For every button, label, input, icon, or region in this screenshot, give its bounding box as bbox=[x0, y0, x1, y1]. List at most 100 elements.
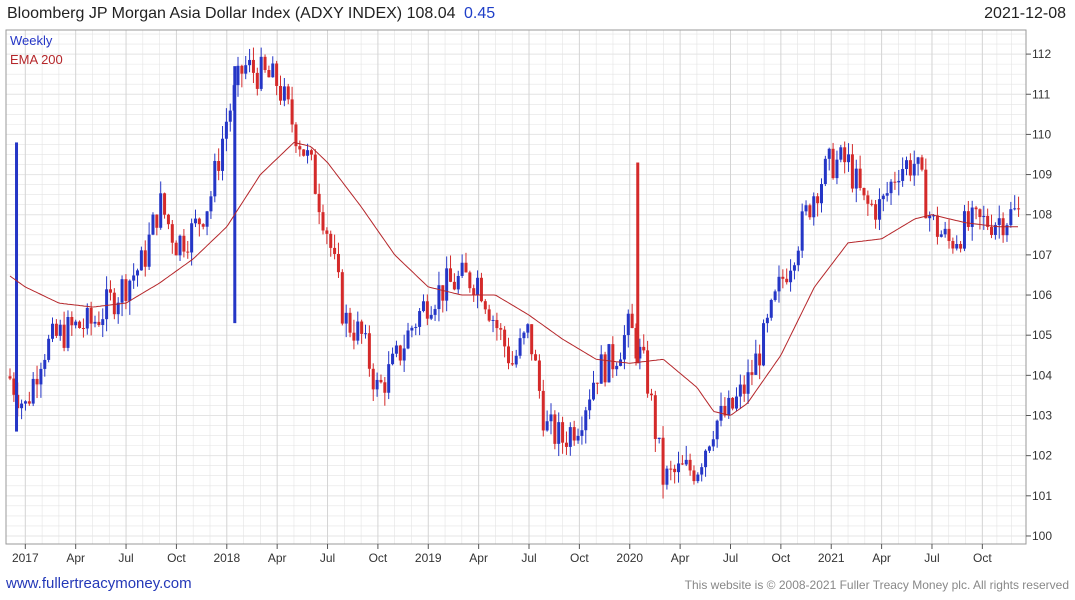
weekly-candle bbox=[522, 331, 526, 345]
weekly-candle bbox=[31, 372, 35, 407]
weekly-candle bbox=[271, 56, 275, 78]
weekly-candle bbox=[228, 103, 232, 132]
x-tick-label: 2020 bbox=[616, 551, 643, 565]
y-tick-label: 112 bbox=[1032, 47, 1051, 61]
weekly-candle bbox=[935, 206, 939, 245]
x-tick-label: Jul bbox=[723, 551, 738, 565]
weekly-candle bbox=[205, 210, 209, 236]
weekly-candle bbox=[139, 246, 143, 271]
weekly-candle bbox=[449, 255, 453, 283]
weekly-candle bbox=[294, 122, 298, 153]
weekly-candle bbox=[951, 237, 955, 254]
weekly-candle bbox=[947, 219, 951, 249]
weekly-candle bbox=[456, 270, 460, 294]
weekly-candle bbox=[607, 343, 611, 383]
weekly-candle bbox=[692, 465, 696, 485]
weekly-candle bbox=[854, 159, 858, 203]
weekly-candle bbox=[383, 376, 387, 406]
weekly-candle bbox=[472, 284, 476, 302]
weekly-candle bbox=[688, 453, 692, 476]
grid-lines bbox=[6, 30, 1026, 544]
weekly-candle bbox=[367, 325, 371, 377]
weekly-candle bbox=[429, 306, 433, 321]
weekly-candle bbox=[974, 205, 978, 220]
weekly-candle bbox=[112, 288, 116, 320]
weekly-candle bbox=[978, 208, 982, 230]
weekly-candle bbox=[464, 252, 468, 273]
weekly-candle bbox=[758, 344, 762, 380]
weekly-candle bbox=[510, 351, 514, 366]
weekly-candle bbox=[707, 445, 711, 454]
weekly-candle bbox=[1009, 201, 1013, 228]
weekly-candle bbox=[499, 323, 503, 341]
y-tick-label: 107 bbox=[1032, 248, 1052, 262]
weekly-candle bbox=[997, 205, 1001, 239]
weekly-candle bbox=[12, 372, 16, 402]
weekly-candle bbox=[673, 464, 677, 484]
weekly-candle bbox=[495, 312, 499, 341]
weekly-candle bbox=[352, 319, 356, 350]
weekly-candle bbox=[437, 271, 441, 322]
weekly-candle bbox=[901, 157, 905, 187]
weekly-candle bbox=[147, 222, 151, 270]
weekly-candle bbox=[120, 275, 124, 317]
weekly-candle bbox=[441, 285, 445, 313]
weekly-candle bbox=[819, 178, 823, 213]
weekly-candle bbox=[796, 246, 800, 272]
weekly-candle bbox=[128, 279, 132, 315]
weekly-candle bbox=[421, 294, 425, 313]
weekly-candle bbox=[379, 374, 383, 384]
weekly-candle bbox=[657, 437, 661, 444]
weekly-candle bbox=[186, 240, 190, 259]
weekly-candle bbox=[588, 389, 592, 420]
weekly-candle bbox=[394, 340, 398, 358]
weekly-candle bbox=[275, 60, 279, 96]
x-tick-label: Apr bbox=[469, 551, 488, 565]
x-tick-label: 2017 bbox=[12, 551, 39, 565]
spike-candle bbox=[636, 162, 640, 364]
weekly-candle bbox=[391, 347, 395, 366]
weekly-candle bbox=[619, 352, 623, 367]
weekly-candle bbox=[881, 193, 885, 212]
weekly-candle bbox=[85, 303, 89, 335]
weekly-candle bbox=[66, 310, 70, 352]
x-tick-label: Jul bbox=[924, 551, 939, 565]
y-tick-label: 102 bbox=[1032, 449, 1052, 463]
weekly-candle bbox=[603, 351, 607, 387]
weekly-candle bbox=[711, 430, 715, 452]
weekly-candle bbox=[939, 230, 943, 238]
weekly-candle bbox=[503, 326, 507, 358]
weekly-candle bbox=[105, 276, 109, 332]
y-axis-ticks: 100 101 102 103 104 105 106 107 108 109 110 111 112 bbox=[1026, 47, 1052, 543]
y-tick-label: 110 bbox=[1032, 127, 1051, 141]
weekly-candle bbox=[719, 392, 723, 427]
y-tick-label: 103 bbox=[1032, 409, 1052, 423]
weekly-candle bbox=[143, 240, 147, 277]
x-tick-label: 2019 bbox=[415, 551, 442, 565]
weekly-candle bbox=[236, 56, 240, 97]
weekly-candle bbox=[317, 183, 321, 225]
weekly-candle bbox=[468, 270, 472, 293]
weekly-candle bbox=[344, 304, 348, 338]
weekly-candle bbox=[843, 141, 847, 174]
weekly-candle bbox=[398, 344, 402, 366]
weekly-candle bbox=[615, 362, 619, 376]
y-tick-label: 101 bbox=[1032, 489, 1052, 503]
weekly-candle bbox=[74, 319, 78, 329]
weekly-candle bbox=[808, 203, 812, 220]
weekly-candle bbox=[762, 319, 766, 367]
weekly-candle bbox=[541, 379, 545, 437]
weekly-candle bbox=[298, 140, 302, 157]
weekly-candle bbox=[677, 451, 681, 483]
weekly-candle bbox=[750, 359, 754, 386]
weekly-candle bbox=[155, 214, 159, 236]
weekly-candle bbox=[321, 204, 325, 235]
weekly-candle bbox=[333, 234, 337, 260]
weekly-candle bbox=[360, 319, 364, 344]
weekly-candle bbox=[20, 399, 24, 420]
website-link[interactable]: www.fullertreacymoney.com bbox=[6, 575, 192, 592]
weekly-candle bbox=[905, 156, 909, 176]
weekly-candle bbox=[329, 230, 333, 257]
weekly-candle bbox=[51, 317, 55, 343]
weekly-candle bbox=[27, 391, 31, 406]
